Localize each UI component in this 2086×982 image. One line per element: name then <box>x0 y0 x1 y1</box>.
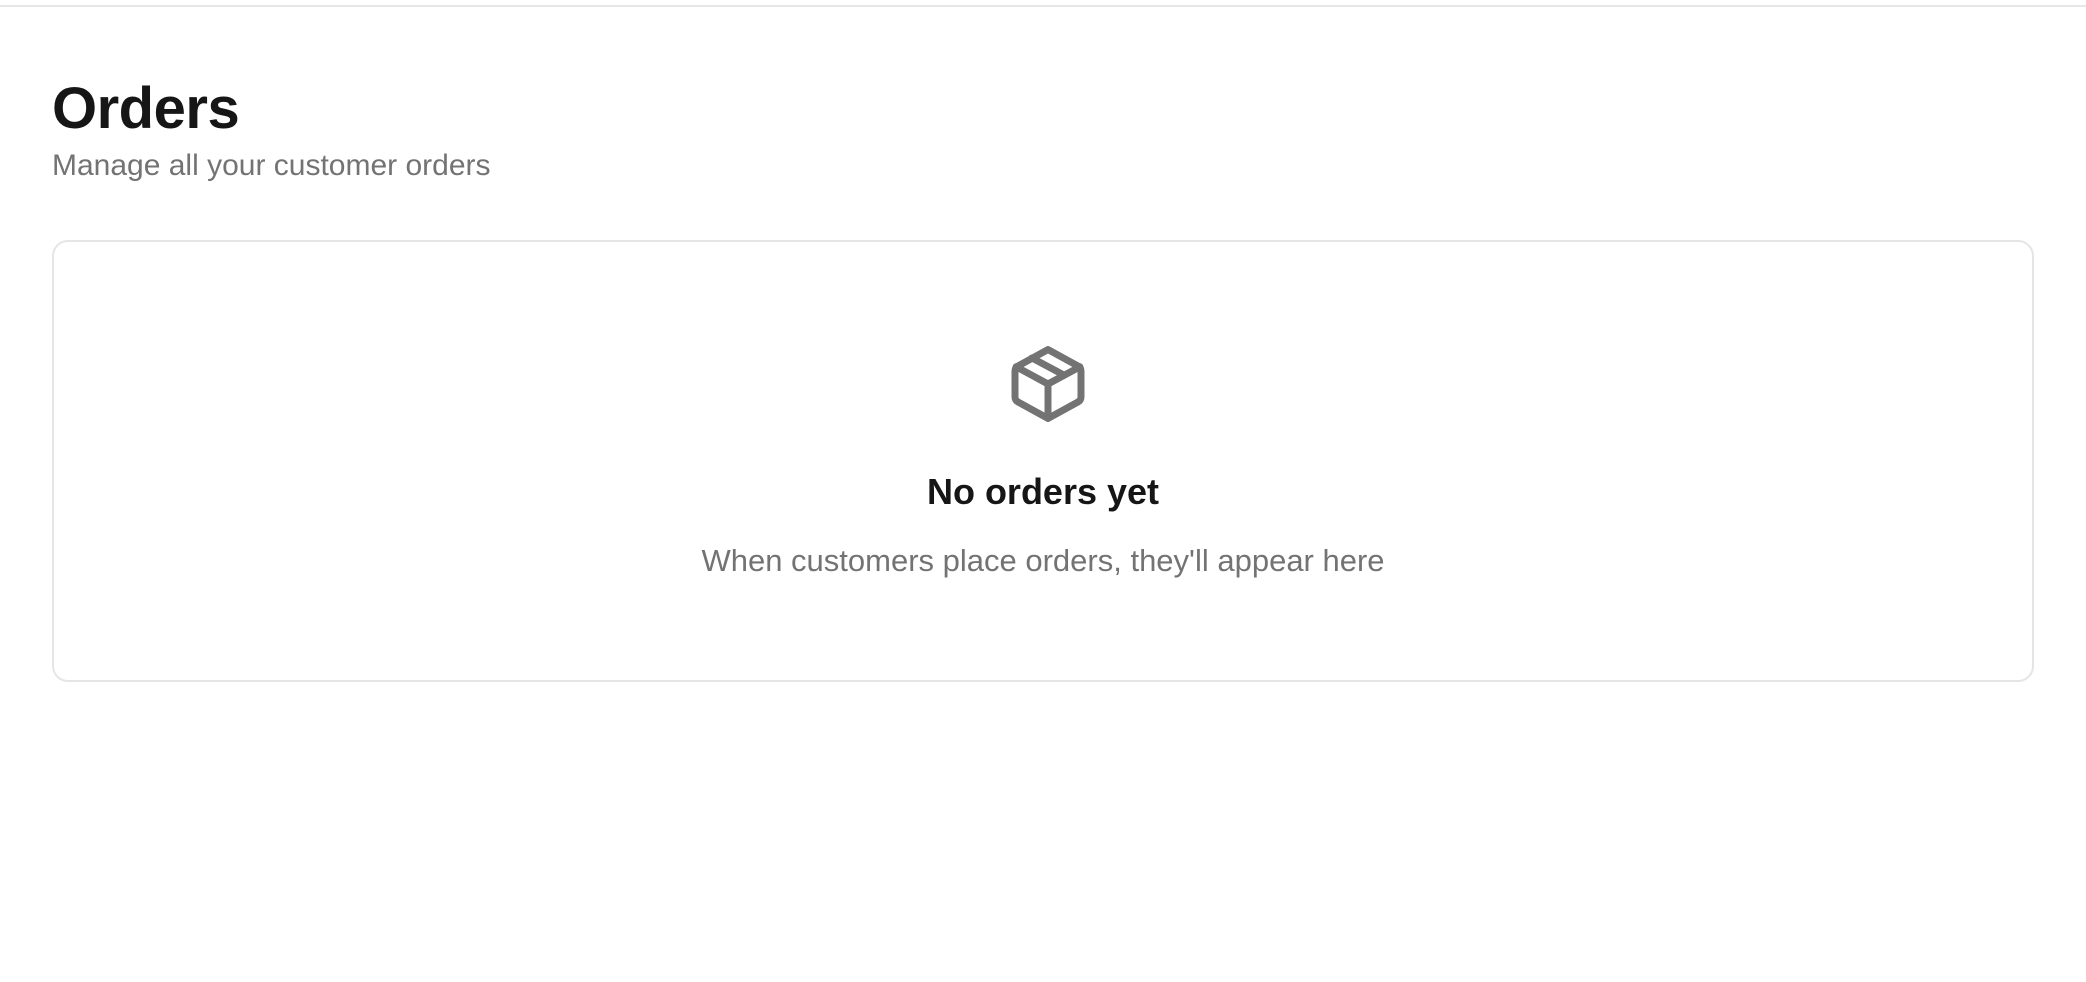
page-subtitle: Manage all your customer orders <box>52 149 491 182</box>
page-title: Orders <box>52 76 240 141</box>
empty-state-title: No orders yet <box>926 471 1160 512</box>
package-icon <box>1004 340 1092 428</box>
page-header: Orders Manage all your customer orders <box>52 74 491 184</box>
orders-empty-state-card: No orders yet When customers place order… <box>52 240 2034 682</box>
empty-state-description: When customers place orders, they'll app… <box>701 543 1385 578</box>
top-divider <box>0 5 2086 7</box>
